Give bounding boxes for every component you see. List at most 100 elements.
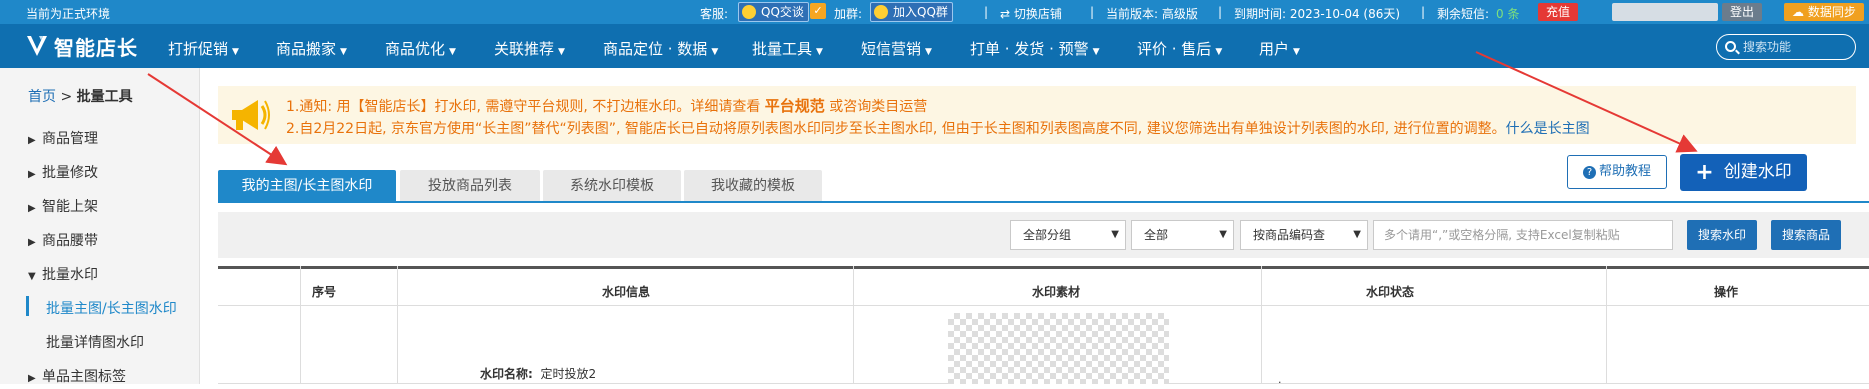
qq-chat-button[interactable]: QQ交谈 <box>738 2 809 22</box>
sms-label: 剩余短信: <box>1437 7 1490 21</box>
sms-count: 0 条 <box>1496 7 1520 21</box>
sidebar-item-smart-listing[interactable]: ▶ 智能上架 <box>28 196 98 216</box>
sidebar: 首页 > 批量工具 ▶ 商品管理 ▶ 批量修改 ▶ 智能上架 ▶ 商品腰带 ▼ 批量水印 … <box>0 68 200 386</box>
status-select[interactable]: 全部 ▼ <box>1131 220 1234 250</box>
table-header: 序号 水印信息 水印素材 水印状态 操作 <box>218 266 1869 306</box>
plus-icon: + <box>1695 160 1714 185</box>
search-product-button[interactable]: 搜索商品 <box>1771 220 1841 250</box>
logo-v-icon <box>27 36 47 56</box>
qq-chat-label: QQ交谈 <box>761 5 804 19</box>
function-search-input[interactable]: 搜索功能 <box>1716 34 1856 60</box>
qq-icon <box>742 5 756 19</box>
nav-item-user[interactable]: 用户 ▼ <box>1259 38 1300 59</box>
join-group-label: 加群: <box>834 7 863 21</box>
sidebar-item-batch-modify[interactable]: ▶ 批量修改 <box>28 162 98 182</box>
nav-item-print-ship[interactable]: 打单 · 发货 · 预警 ▼ <box>970 38 1100 59</box>
th-watermark-status: 水印状态 <box>1366 285 1415 299</box>
search-icon <box>1725 41 1736 52</box>
caret-down-icon: ▼ <box>816 47 823 57</box>
tab-underline <box>218 201 1869 203</box>
chevron-down-icon: ▼ <box>1111 229 1119 240</box>
caret-right-icon: ▶ <box>28 203 36 214</box>
caret-down-icon: ▼ <box>711 47 719 57</box>
join-qq-group-label: 加入QQ群 <box>893 5 948 19</box>
separator: | <box>1090 5 1095 19</box>
logout-button[interactable]: 登出 <box>1722 3 1763 21</box>
tab-my-main-watermark[interactable]: 我的主图/长主图水印 <box>218 170 396 202</box>
breadcrumb-sep: > <box>60 89 73 105</box>
th-watermark-material: 水印素材 <box>1032 285 1081 299</box>
caret-right-icon: ▶ <box>28 135 36 146</box>
nav-item-discount[interactable]: 打折促销 ▼ <box>168 38 239 59</box>
notice-line-2: 2.自2月22日起, 京东官方使用“长主图”替代“列表图”, 智能店长已自动将原… <box>286 121 1590 137</box>
service-label: 客服: <box>700 7 729 21</box>
logo-text: 智能店长 <box>54 35 138 60</box>
help-tutorial-button[interactable]: ? 帮助教程 <box>1567 155 1667 189</box>
breadcrumb-current: 批量工具 <box>76 89 133 105</box>
caret-down-icon: ▼ <box>340 47 347 57</box>
main-nav: 智能店长 打折促销 ▼ 商品搬家 ▼ 商品优化 ▼ 关联推荐 ▼ 商品定位 · 数据 ▼ … <box>0 24 1869 68</box>
th-index: 序号 <box>312 285 337 299</box>
data-sync-label: 数据同步 <box>1807 5 1856 19</box>
create-watermark-button[interactable]: + 创建水印 <box>1680 154 1807 191</box>
qq-group-icon <box>874 5 888 19</box>
sidebar-item-product-belt[interactable]: ▶ 商品腰带 <box>28 230 98 250</box>
caret-right-icon: ▶ <box>28 373 36 384</box>
caret-down-icon: ▼ <box>925 47 932 57</box>
data-sync-button[interactable]: ☁ 数据同步 <box>1784 3 1864 21</box>
logo[interactable]: 智能店长 <box>26 32 138 60</box>
verified-check-icon: ✓ <box>810 3 826 19</box>
caret-down-icon: ▼ <box>28 271 36 282</box>
breadcrumb-home[interactable]: 首页 <box>28 89 56 105</box>
caret-right-icon: ▶ <box>28 169 36 180</box>
separator: | <box>984 5 989 19</box>
th-actions: 操作 <box>1714 285 1739 299</box>
what-is-long-image-link[interactable]: 什么是长主图 <box>1506 121 1590 137</box>
nav-item-product-move[interactable]: 商品搬家 ▼ <box>276 38 347 59</box>
group-select[interactable]: 全部分组 ▼ <box>1010 220 1126 250</box>
chevron-down-icon: ▼ <box>1353 229 1361 240</box>
top-info-bar: 当前为正式环境 客服: QQ交谈 ✓ 加群: 加入QQ群 | ⇄ 切换店铺 | … <box>0 0 1869 24</box>
code-search-input[interactable]: 多个请用“,”或空格分隔, 支持Excel复制粘贴 <box>1373 220 1673 250</box>
caret-right-icon: ▶ <box>28 237 36 248</box>
tab-system-templates[interactable]: 系统水印模板 <box>543 170 681 202</box>
watermark-name: 水印名称: 定时投放2 <box>480 367 597 381</box>
caret-down-icon: ▼ <box>232 47 239 57</box>
separator: | <box>1421 5 1426 19</box>
sidebar-sub-main-image-watermark[interactable]: 批量主图/长主图水印 <box>46 298 177 318</box>
nav-item-product-positioning[interactable]: 商品定位 · 数据 ▼ <box>603 38 718 59</box>
nav-item-batch-tools[interactable]: 批量工具 ▼ <box>752 38 823 59</box>
watermark-preview-image[interactable] <box>948 313 1169 384</box>
megaphone-icon <box>232 100 270 130</box>
platform-rules-link[interactable]: 平台规范 <box>765 97 825 115</box>
tab-favorite-templates[interactable]: 我收藏的模板 <box>684 170 822 202</box>
sidebar-item-single-main-tag[interactable]: ▶ 单品主图标签 <box>28 366 126 386</box>
active-indicator <box>26 296 29 316</box>
caret-down-icon: ▼ <box>449 47 456 57</box>
status-partial: · <box>1278 376 1282 389</box>
nav-item-sms-marketing[interactable]: 短信营销 ▼ <box>861 38 932 59</box>
join-qq-group-button[interactable]: 加入QQ群 <box>870 2 953 22</box>
sidebar-item-product-manage[interactable]: ▶ 商品管理 <box>28 128 98 148</box>
code-type-select[interactable]: 按商品编码查 ▼ <box>1240 220 1368 250</box>
recharge-button[interactable]: 充值 <box>1538 3 1579 21</box>
search-placeholder: 搜索功能 <box>1743 40 1792 54</box>
nav-item-product-optimize[interactable]: 商品优化 ▼ <box>385 38 456 59</box>
sidebar-sub-detail-image-watermark[interactable]: 批量详情图水印 <box>46 332 144 352</box>
switch-shop-link[interactable]: ⇄ 切换店铺 <box>1000 5 1062 22</box>
nav-item-related-recommend[interactable]: 关联推荐 ▼ <box>494 38 565 59</box>
th-watermark-info: 水印信息 <box>602 285 651 299</box>
environment-label: 当前为正式环境 <box>26 7 111 21</box>
notice-line-1: 1.通知: 用【智能店长】打水印, 需遵守平台规则, 不打边框水印。详细请查看 … <box>286 97 928 115</box>
caret-down-icon: ▼ <box>558 47 565 57</box>
breadcrumb: 首页 > 批量工具 <box>28 86 133 106</box>
caret-down-icon: ▼ <box>1092 47 1100 57</box>
expire-date: 到期时间: 2023-10-04 (86天) <box>1234 7 1401 21</box>
nav-item-reviews[interactable]: 评价 · 售后 ▼ <box>1137 38 1222 59</box>
separator: | <box>1218 5 1223 19</box>
tab-placed-products[interactable]: 投放商品列表 <box>400 170 540 202</box>
sidebar-item-batch-watermark[interactable]: ▼ 批量水印 <box>28 264 98 284</box>
search-watermark-button[interactable]: 搜索水印 <box>1687 220 1757 250</box>
chevron-down-icon: ▼ <box>1219 229 1227 240</box>
question-icon: ? <box>1582 166 1596 179</box>
